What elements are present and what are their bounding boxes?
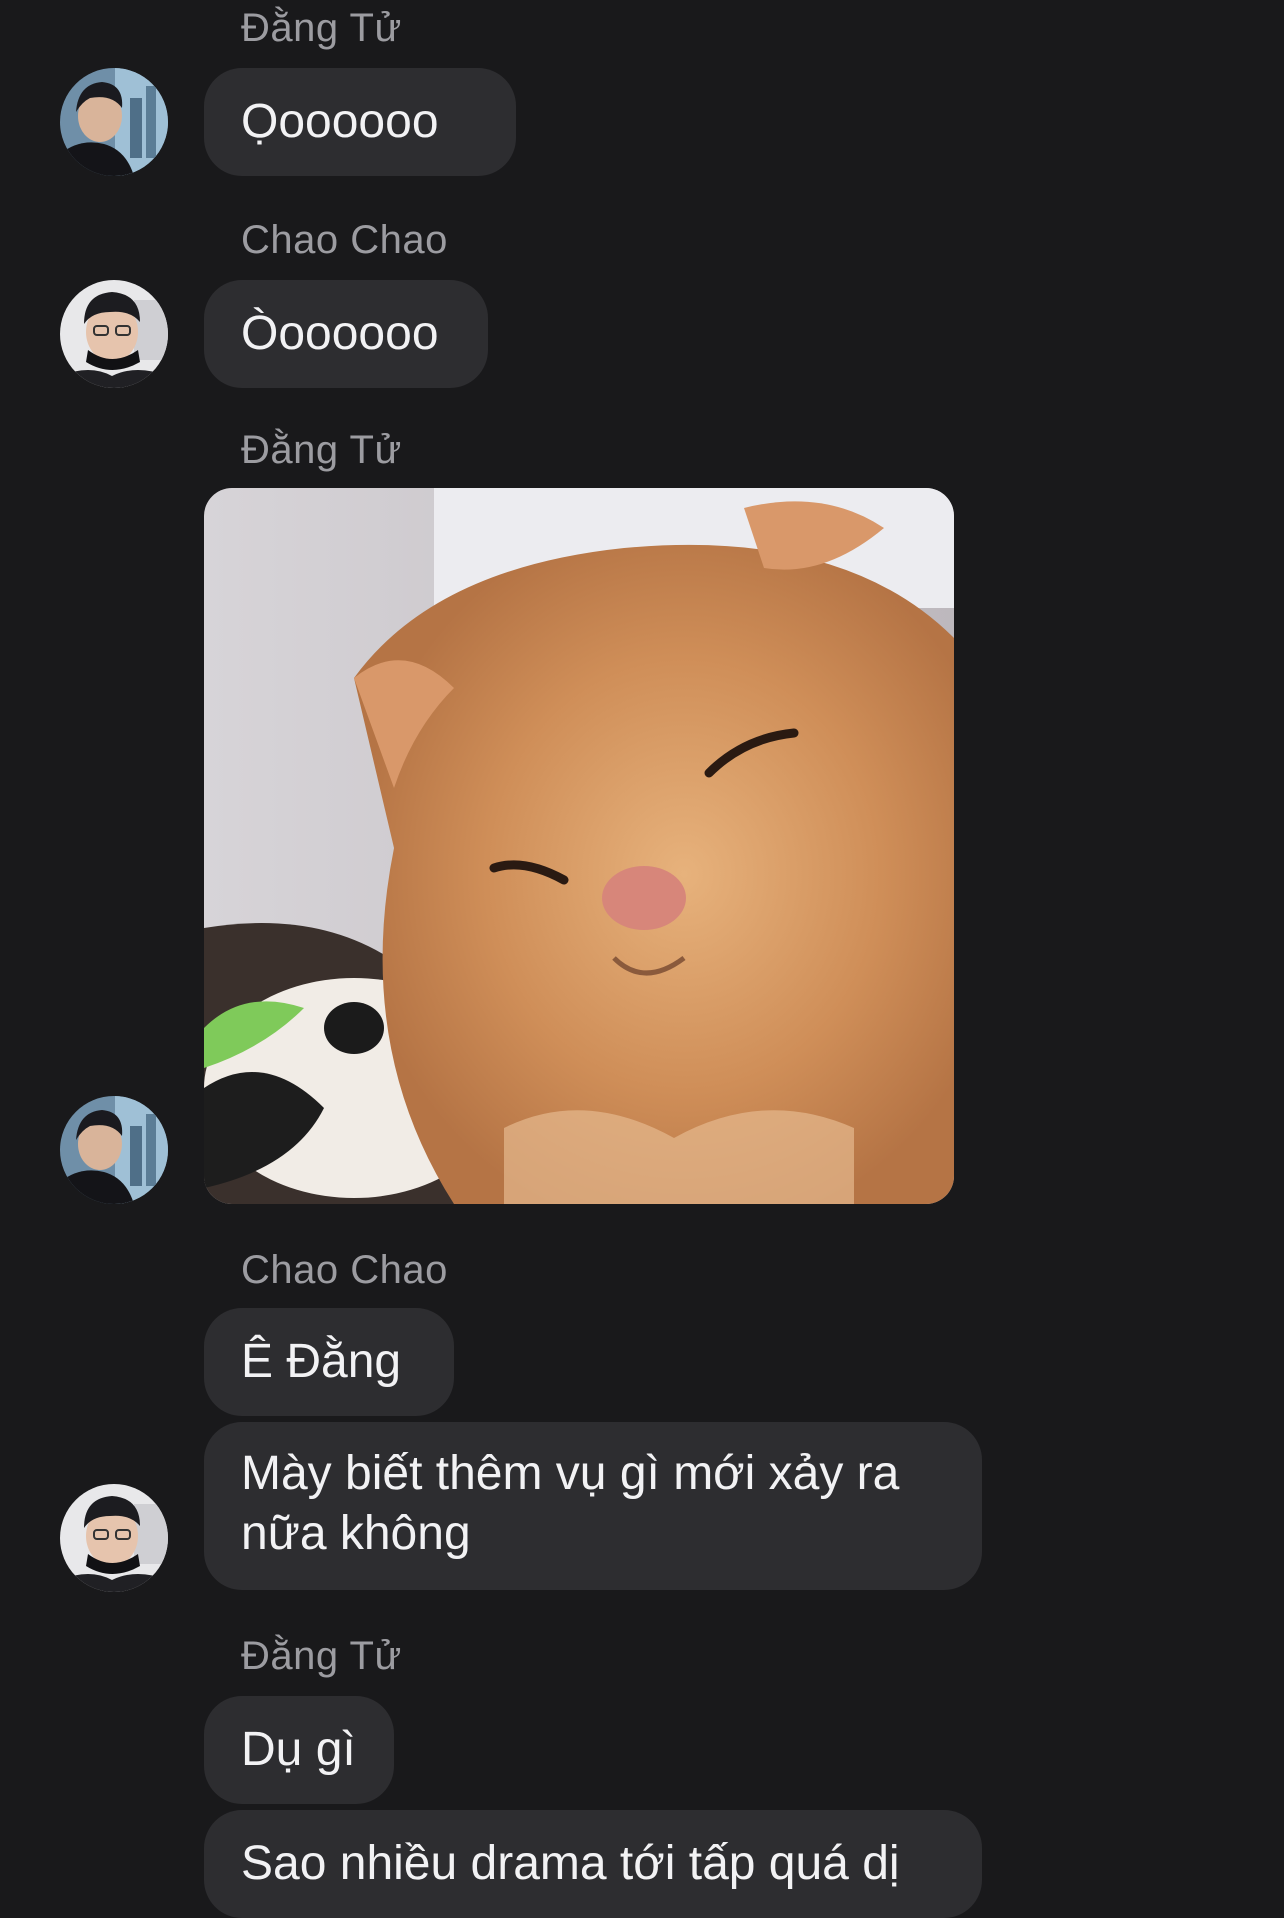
message-bubble[interactable]: Ọoooooo — [204, 68, 516, 176]
sender-name: Chao Chao — [241, 1248, 448, 1292]
avatar-photo — [60, 1096, 168, 1204]
message-bubble[interactable]: Dụ gì — [204, 1696, 394, 1804]
avatar-photo — [60, 1484, 168, 1592]
avatar[interactable] — [60, 1096, 168, 1204]
message-text: Òoooooo — [241, 307, 439, 360]
message-bubble[interactable]: Mày biết thêm vụ gì mới xảy ra nữa không — [204, 1422, 982, 1590]
message-text: Mày biết thêm vụ gì mới xảy ra nữa không — [241, 1447, 900, 1560]
avatar[interactable] — [60, 1484, 168, 1592]
cat-photo[interactable] — [204, 488, 954, 1204]
message-text: Ọoooooo — [241, 95, 439, 148]
message-bubble[interactable]: Ê Đằng — [204, 1308, 454, 1416]
sender-name: Đằng Tử — [241, 1634, 402, 1678]
message-bubble[interactable]: Sao nhiều drama tới tấp quá dị — [204, 1810, 982, 1918]
message-bubble[interactable]: Òoooooo — [204, 280, 488, 388]
avatar-photo — [60, 68, 168, 176]
avatar[interactable] — [60, 68, 168, 176]
sender-name: Đằng Tử — [241, 428, 402, 472]
sender-name: Chao Chao — [241, 218, 448, 262]
avatar[interactable] — [60, 280, 168, 388]
message-text: Sao nhiều drama tới tấp quá dị — [241, 1837, 900, 1890]
avatar-photo — [60, 280, 168, 388]
message-text: Dụ gì — [241, 1723, 356, 1776]
cat-image — [204, 488, 954, 1204]
message-text: Ê Đằng — [241, 1335, 402, 1388]
sender-name: Đằng Tử — [241, 6, 402, 50]
